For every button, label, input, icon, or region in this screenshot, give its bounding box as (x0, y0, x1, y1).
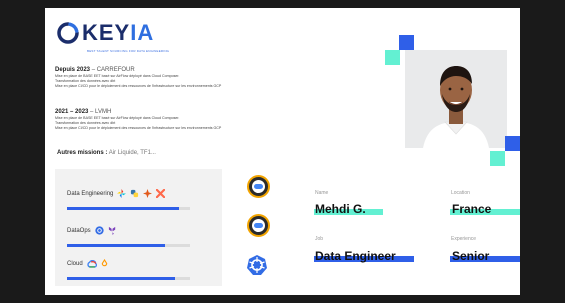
keyia-logo: KEYIA BEST TALENT SOURCING FOR DATA ENGI… (57, 20, 169, 53)
skill-label: Cloud (67, 260, 83, 267)
experience-header: 2021 – 2023 – LVMH (55, 109, 112, 115)
terraform-icon (108, 226, 115, 235)
other-missions: Autres missions : Air Liquide, TF1... (57, 150, 156, 156)
skill-level-bar (67, 277, 190, 280)
dbt-icon (156, 189, 166, 198)
spark-icon (143, 189, 153, 198)
candidate-photo (405, 50, 507, 148)
skill-level-bar (67, 207, 190, 210)
location-label: Location (451, 190, 470, 196)
candidate-job: Data Engineer (315, 249, 396, 263)
gcp-icon (87, 259, 97, 268)
kubernetes-icon (95, 226, 104, 235)
gcp-cloud-icon (254, 223, 263, 228)
candidate-experience: Senior (452, 249, 490, 263)
experience-line: Mise en place CI/CD pour le déploiement … (55, 126, 222, 130)
skill-label: Data Engineering (67, 190, 114, 197)
skill-level-fill (67, 244, 166, 247)
deco-square (385, 50, 400, 65)
deco-square (399, 35, 414, 50)
candidate-location: France (452, 202, 492, 216)
airflow-icon (117, 189, 127, 198)
skills-panel: Data Engineering DataOps Cloud (55, 169, 222, 286)
brand-name: KEYIA (82, 20, 155, 45)
skill-dataops: DataOps (67, 226, 117, 235)
job-label: Job (315, 236, 324, 242)
experience-entry: 2021 – 2023 – LVMH Mise en place de BASE… (55, 108, 355, 131)
candidate-name: Mehdi G. (315, 202, 366, 216)
experience-line: Mise en place CI/CD pour le déploiement … (55, 84, 222, 88)
skill-level-fill (67, 207, 179, 210)
deco-square (505, 136, 520, 151)
gcp-professional-badge (247, 175, 270, 198)
profile-card: KEYIA BEST TALENT SOURCING FOR DATA ENGI… (45, 8, 520, 295)
skill-label: DataOps (67, 227, 91, 234)
skill-cloud: Cloud (67, 259, 108, 268)
experience-entry: Depuis 2023 – CARREFOUR Mise en place de… (55, 66, 355, 89)
kubernetes-badge (247, 255, 267, 275)
skill-level-fill (67, 277, 176, 280)
gcp-cloud-icon (254, 184, 263, 189)
experience-header: Depuis 2023 – CARREFOUR (55, 67, 135, 73)
experience-label: Experience (451, 236, 477, 242)
keyia-ring-icon (57, 22, 79, 44)
skill-level-bar (67, 244, 190, 247)
gcp-data-engineer-badge (247, 214, 270, 237)
name-label: Name (315, 190, 329, 196)
skill-data-engineering: Data Engineering (67, 189, 166, 198)
python-icon (131, 189, 139, 198)
brand-tagline: BEST TALENT SOURCING FOR DATA ENGINEERIN… (87, 49, 170, 53)
deco-square (490, 151, 505, 166)
aws-icon (101, 259, 107, 267)
